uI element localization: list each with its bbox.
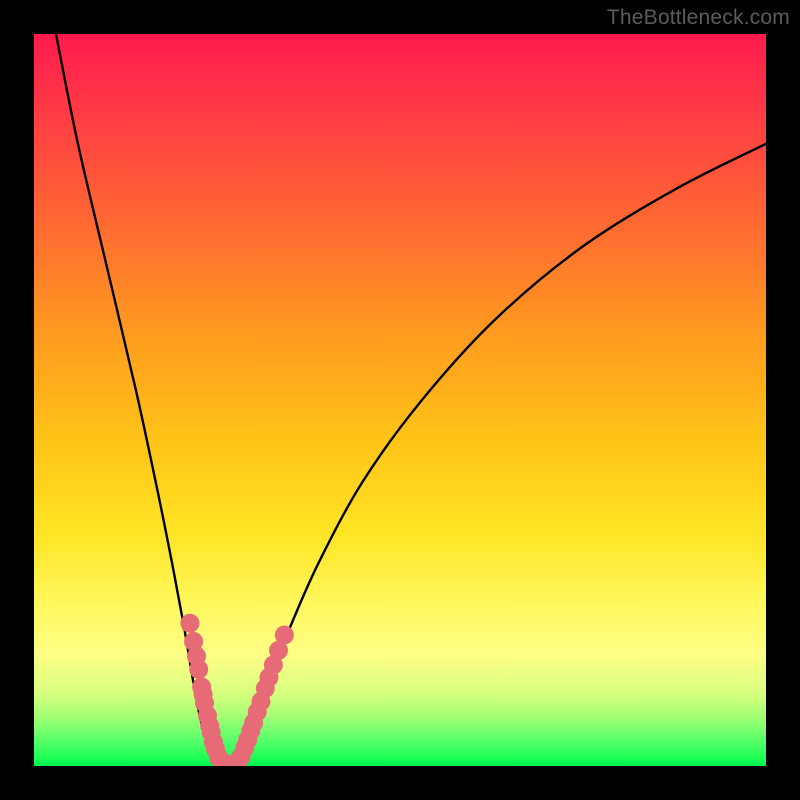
chart-frame: TheBottleneck.com [0,0,800,800]
marker-dot [275,625,294,644]
marker-dot [180,614,199,633]
plot-area [34,34,766,766]
series-right-branch [234,144,766,765]
curve-markers [180,614,293,766]
curve-layer [34,34,766,766]
marker-dot [189,660,208,679]
watermark-text: TheBottleneck.com [607,6,790,30]
curve-lines [56,34,766,765]
